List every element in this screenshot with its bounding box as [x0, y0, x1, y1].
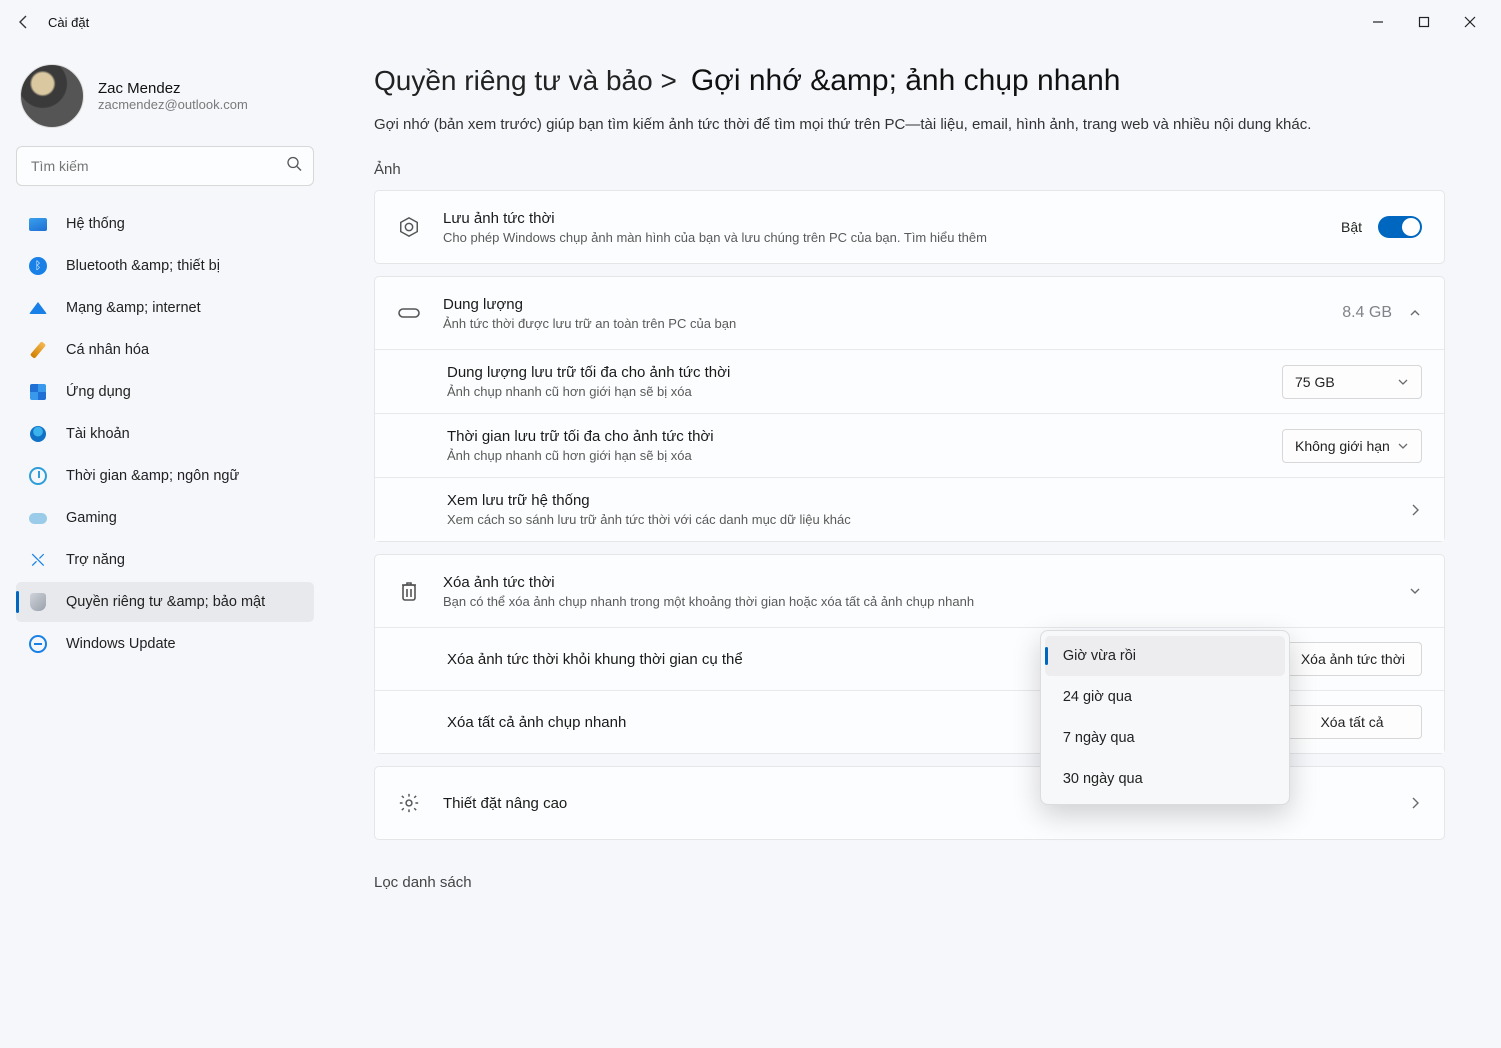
chevron-down-icon: [1397, 375, 1411, 389]
max-duration-dropdown[interactable]: Không giới hạn: [1282, 429, 1422, 463]
chevron-up-icon: [1408, 306, 1422, 320]
gamepad-icon: [28, 508, 48, 528]
section-label-filter: Lọc danh sách: [374, 874, 1445, 891]
profile-name: Zac Mendez: [98, 80, 248, 97]
update-icon: [28, 634, 48, 654]
card-storage[interactable]: Dung lượng Ảnh tức thời được lưu trữ an …: [375, 277, 1444, 349]
accessibility-icon: ⛌: [28, 550, 48, 570]
snapshot-icon: [397, 215, 421, 239]
chevron-down-icon: [1397, 439, 1411, 453]
clock-icon: [28, 466, 48, 486]
timeframe-option[interactable]: Giờ vừa rồi: [1045, 636, 1285, 676]
system-icon: [28, 214, 48, 234]
timeframe-option[interactable]: 30 ngày qua: [1045, 759, 1285, 799]
back-button[interactable]: [8, 6, 40, 38]
gear-icon: [397, 791, 421, 815]
window-title: Cài đặt: [48, 15, 89, 30]
delete-snapshots-button[interactable]: Xóa ảnh tức thời: [1284, 642, 1422, 676]
delete-all-button[interactable]: Xóa tất cả: [1282, 705, 1422, 739]
sidebar-item-accessibility[interactable]: ⛌Trợ năng: [16, 540, 314, 580]
sidebar-item-accounts[interactable]: Tài khoản: [16, 414, 314, 454]
timeframe-option[interactable]: 7 ngày qua: [1045, 718, 1285, 758]
page-description: Gợi nhớ (bản xem trước) giúp bạn tìm kiế…: [374, 116, 1445, 133]
storage-value: 8.4 GB: [1342, 304, 1392, 322]
row-view-system-storage[interactable]: Xem lưu trữ hệ thống Xem cách so sánh lư…: [375, 477, 1444, 541]
wifi-icon: [28, 298, 48, 318]
breadcrumb-parent[interactable]: Quyền riêng tư và bảo >: [374, 65, 677, 97]
sidebar-item-privacy[interactable]: Quyền riêng tư &amp; bảo mật: [16, 582, 314, 622]
card-save-snapshots: Lưu ảnh tức thời Cho phép Windows chụp ả…: [375, 191, 1444, 263]
close-button[interactable]: [1447, 6, 1493, 38]
search-icon: [286, 156, 302, 177]
sidebar-item-gaming[interactable]: Gaming: [16, 498, 314, 538]
row-max-duration: Thời gian lưu trữ tối đa cho ảnh tức thờ…: [375, 413, 1444, 477]
chevron-right-icon: [1408, 503, 1422, 517]
sidebar-item-time[interactable]: Thời gian &amp; ngôn ngữ: [16, 456, 314, 496]
card-delete-snapshots[interactable]: Xóa ảnh tức thời Bạn có thể xóa ảnh chụp…: [375, 555, 1444, 627]
sidebar-item-apps[interactable]: Ứng dụng: [16, 372, 314, 412]
sidebar-item-personalization[interactable]: Cá nhân hóa: [16, 330, 314, 370]
bluetooth-icon: ᛒ: [28, 256, 48, 276]
apps-icon: [28, 382, 48, 402]
account-icon: [28, 424, 48, 444]
timeframe-popup: Giờ vừa rồi 24 giờ qua 7 ngày qua 30 ngà…: [1040, 630, 1290, 805]
toggle-state-label: Bật: [1341, 219, 1362, 235]
chevron-down-icon: [1408, 584, 1422, 598]
sidebar-item-system[interactable]: Hệ thống: [16, 204, 314, 244]
profile-block[interactable]: Zac Mendez zacmendez@outlook.com: [16, 56, 314, 146]
shield-icon: [28, 592, 48, 612]
profile-email: zacmendez@outlook.com: [98, 97, 248, 112]
chevron-right-icon: [1408, 796, 1422, 810]
minimize-button[interactable]: [1355, 6, 1401, 38]
timeframe-option[interactable]: 24 giờ qua: [1045, 677, 1285, 717]
row-max-storage: Dung lượng lưu trữ tối đa cho ảnh tức th…: [375, 349, 1444, 413]
breadcrumb: Quyền riêng tư và bảo > Gợi nhớ &amp; ản…: [374, 64, 1445, 98]
section-label-images: Ảnh: [374, 161, 1445, 178]
max-storage-dropdown[interactable]: 75 GB: [1282, 365, 1422, 399]
trash-icon: [397, 579, 421, 603]
search-input[interactable]: [16, 146, 314, 186]
save-snapshots-toggle[interactable]: [1378, 216, 1422, 238]
page-title: Gợi nhớ &amp; ảnh chụp nhanh: [691, 64, 1121, 98]
storage-icon: [397, 301, 421, 325]
sidebar-item-bluetooth[interactable]: ᛒBluetooth &amp; thiết bị: [16, 246, 314, 286]
avatar: [20, 64, 84, 128]
sidebar-item-update[interactable]: Windows Update: [16, 624, 314, 664]
sidebar-item-network[interactable]: Mạng &amp; internet: [16, 288, 314, 328]
brush-icon: [28, 340, 48, 360]
maximize-button[interactable]: [1401, 6, 1447, 38]
